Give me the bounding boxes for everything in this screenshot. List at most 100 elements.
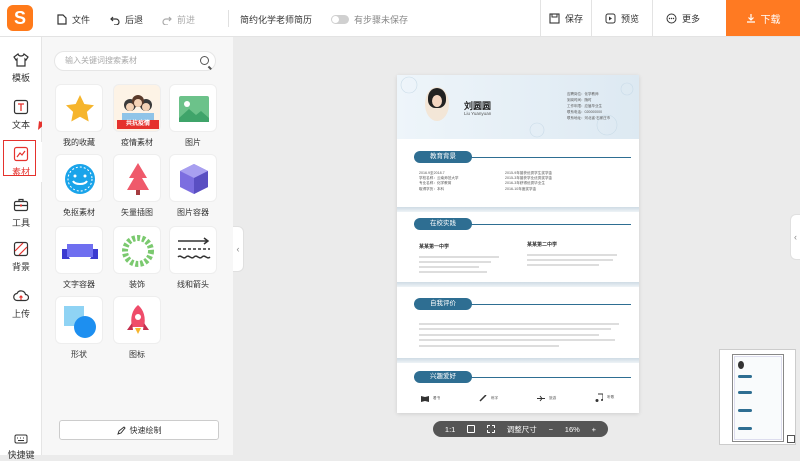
- fit-screen-icon[interactable]: [467, 425, 476, 433]
- category-cutout[interactable]: 免抠素材: [54, 154, 104, 218]
- category-label: 线和箭头: [177, 280, 209, 289]
- crop-icon[interactable]: [486, 425, 495, 433]
- section-title-hobby: 兴趣爱好: [414, 371, 472, 383]
- section-title-practice: 在校实践: [414, 218, 472, 230]
- category-label: 图片: [185, 138, 201, 147]
- section-divider: [397, 282, 639, 287]
- cutout-icon: [65, 164, 95, 194]
- music-icon: [595, 393, 603, 402]
- preview-label: 预览: [620, 13, 639, 24]
- zoom-value: 16%: [564, 424, 580, 434]
- category-label: 文字容器: [63, 280, 95, 289]
- save-icon: [549, 12, 560, 24]
- category-label: 免抠素材: [63, 208, 95, 217]
- redo-icon: [162, 16, 172, 25]
- quick-draw-label: 快速绘制: [129, 425, 162, 435]
- material-panel: 输入关键词搜索素材 我的收藏 共抗疫情 疫情素材 图片 免抠素材 矢量插图 图片…: [42, 37, 233, 455]
- cube-icon: [180, 164, 208, 194]
- practice-right-text: [527, 251, 617, 269]
- category-vector[interactable]: 矢量插图: [112, 154, 162, 218]
- undo-button[interactable]: 后退: [110, 13, 143, 26]
- epidemic-badge: 共抗疫情: [117, 120, 159, 129]
- autosave-toggle[interactable]: [331, 15, 349, 24]
- category-epidemic[interactable]: 共抗疫情 疫情素材: [112, 84, 162, 148]
- category-lines-arrows[interactable]: 线和箭头: [168, 226, 218, 290]
- ratio-button[interactable]: 1:1: [445, 425, 455, 434]
- search-input[interactable]: 输入关键词搜索素材: [54, 51, 216, 71]
- info-line: 联系地址：河北省·石家庄市: [567, 116, 611, 120]
- download-button[interactable]: 下载: [726, 0, 800, 36]
- shape-icon: [64, 306, 96, 338]
- resume-canvas[interactable]: 刘圆圆 Liu Yuanyuan 应聘岗位：化学教师 到岗时间：随时 工作年限：…: [397, 75, 639, 413]
- edu-line: 2016-10年度奖学金: [505, 186, 537, 191]
- chevron-left-icon: ‹: [794, 232, 797, 242]
- category-thumb: [113, 154, 161, 202]
- category-thumb: [113, 296, 161, 344]
- image-icon: [179, 96, 209, 122]
- shortcut-label: 快捷键: [7, 450, 35, 460]
- more-button[interactable]: 更多: [652, 0, 713, 36]
- redo-button[interactable]: 前进: [162, 13, 195, 26]
- panel-collapse-button[interactable]: ‹: [233, 226, 244, 272]
- practice-right-title: 某某第二中学: [527, 242, 558, 248]
- hobby-label: 练字: [491, 395, 499, 400]
- search-icon[interactable]: [200, 56, 209, 65]
- zoom-out-button[interactable]: −: [549, 425, 553, 434]
- file-label: 文件: [72, 15, 91, 25]
- category-thumb: [169, 226, 217, 274]
- rail-label: 上传: [11, 309, 30, 319]
- expand-icon[interactable]: [787, 435, 795, 443]
- rail-item-tools[interactable]: 工具: [0, 193, 42, 233]
- category-label: 矢量插图: [121, 208, 153, 217]
- category-icons[interactable]: 图标: [112, 296, 162, 360]
- rail-label: 背景: [11, 262, 30, 272]
- resize-button[interactable]: 调整尺寸: [507, 424, 537, 435]
- zoom-in-button[interactable]: +: [592, 425, 596, 434]
- category-text-container[interactable]: 文字容器: [54, 226, 104, 290]
- wreath-icon: [122, 235, 154, 267]
- shortcut-button[interactable]: 快捷键: [0, 432, 42, 461]
- rail-item-background[interactable]: 背景: [0, 237, 42, 277]
- minimap-viewport[interactable]: [732, 354, 784, 442]
- category-images[interactable]: 图片: [168, 84, 218, 148]
- undo-label: 后退: [125, 15, 144, 25]
- background-icon: [13, 241, 29, 257]
- category-decoration[interactable]: 装饰: [112, 226, 162, 290]
- vector-icon: [127, 163, 149, 195]
- pen-icon: [116, 425, 126, 435]
- tshirt-icon: [13, 53, 29, 67]
- save-button[interactable]: 保存: [540, 0, 591, 36]
- rail-label: 工具: [11, 218, 30, 228]
- category-shapes[interactable]: 形状: [54, 296, 104, 360]
- save-label: 保存: [564, 13, 583, 24]
- category-label: 形状: [71, 350, 87, 359]
- category-label: 疫情素材: [121, 138, 153, 147]
- rail-item-template[interactable]: 模板: [0, 48, 42, 88]
- document-title[interactable]: 简约化学老师简历: [240, 13, 312, 26]
- resume-header: 刘圆圆 Liu Yuanyuan 应聘岗位：化学教师 到岗时间：随时 工作年限：…: [397, 75, 639, 139]
- text-icon: [13, 99, 29, 115]
- category-thumb: 共抗疫情: [113, 84, 161, 132]
- upload-icon: [13, 290, 29, 302]
- category-label: 图片容器: [177, 208, 209, 217]
- file-icon: [57, 14, 67, 25]
- book-icon: [421, 396, 429, 402]
- right-panel-toggle[interactable]: ‹: [790, 214, 800, 260]
- ribbon-icon: [62, 244, 98, 259]
- file-menu[interactable]: 文件: [57, 13, 90, 26]
- brush-icon: [479, 395, 487, 402]
- preview-button[interactable]: 预览: [591, 0, 652, 36]
- more-label: 更多: [681, 13, 700, 24]
- quick-draw-button[interactable]: 快速绘制: [59, 420, 219, 440]
- category-image-container[interactable]: 图片容器: [168, 154, 218, 218]
- app-logo[interactable]: S: [7, 5, 33, 31]
- category-favorites[interactable]: 我的收藏: [54, 84, 104, 148]
- minimap[interactable]: [719, 349, 796, 445]
- education-right: 2015-9年曾获优秀学生奖学金 2015-3年曾获学业优秀奖学金 2016-3…: [505, 171, 552, 192]
- rail-item-upload[interactable]: 上传: [0, 284, 42, 324]
- section-title-self: 自我评价: [414, 298, 472, 310]
- search-placeholder: 输入关键词搜索素材: [65, 56, 137, 65]
- practice-left-title: 某某第一中学: [419, 244, 450, 250]
- document-title-text: 简约化学老师简历: [240, 15, 313, 25]
- hobby-label: 听歌: [607, 394, 615, 399]
